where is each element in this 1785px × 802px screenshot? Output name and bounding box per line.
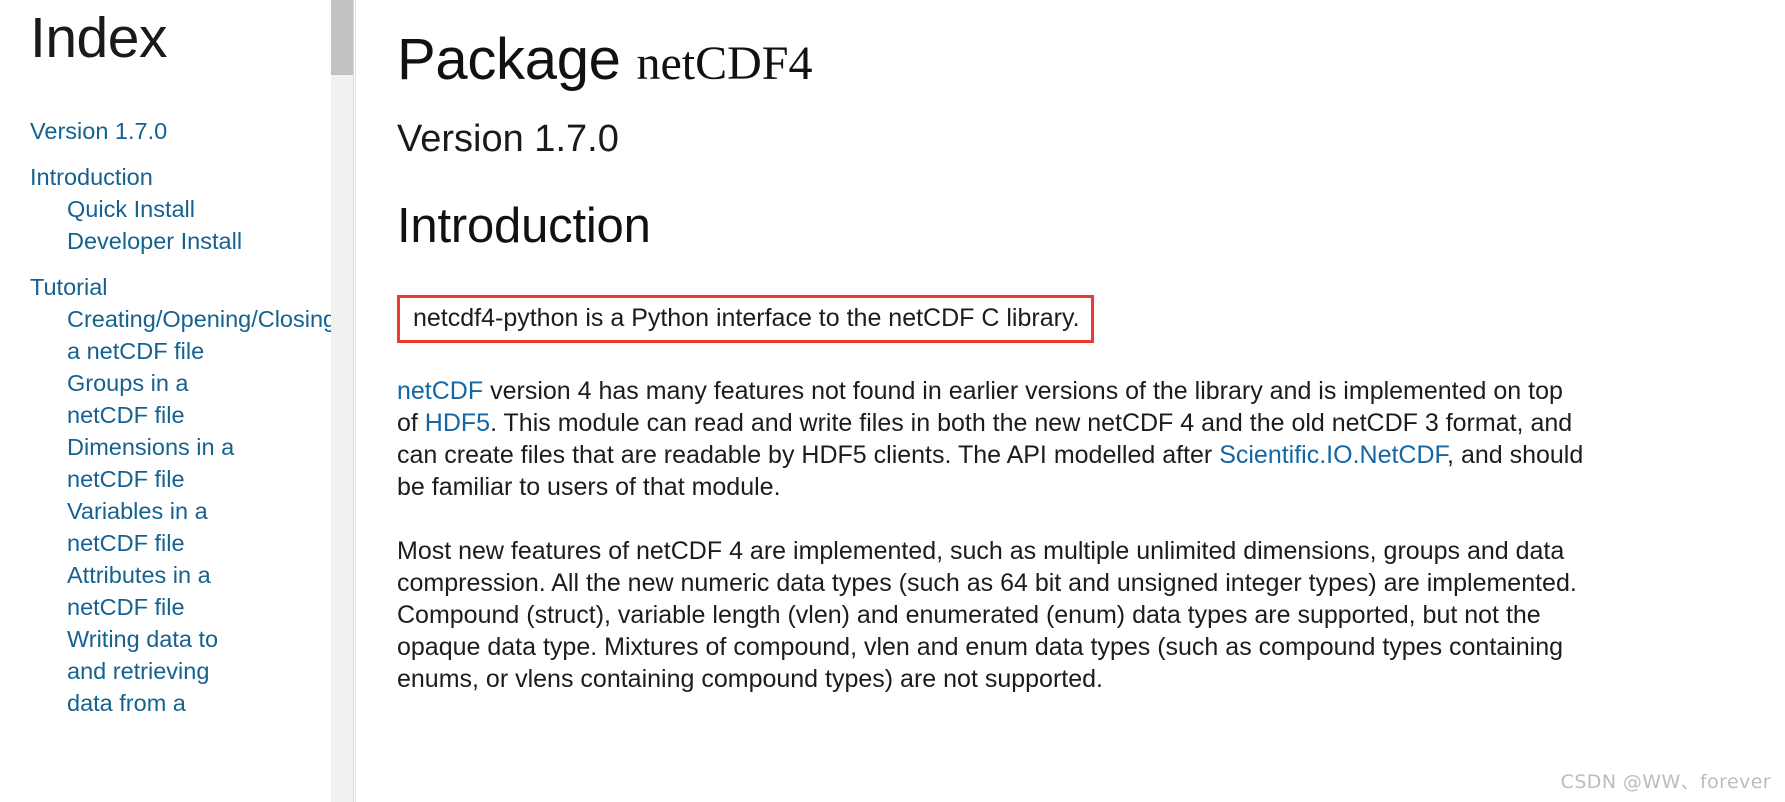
paragraph-netcdf4-features: Most new features of netCDF 4 are implem… (397, 536, 1577, 693)
sidebar-item[interactable]: Version 1.7.0 (0, 115, 331, 147)
sidebar-item[interactable]: Attributes in a (0, 559, 331, 591)
sidebar-item[interactable]: Variables in a (0, 495, 331, 527)
link-hdf5[interactable]: HDF5 (425, 409, 490, 437)
sidebar-item[interactable]: Tutorial (0, 271, 331, 303)
sidebar-item[interactable]: netCDF file (0, 527, 331, 559)
sidebar-divider (355, 0, 356, 802)
sidebar-item[interactable]: netCDF file (0, 463, 331, 495)
sidebar-content: Index Version 1.7.0 Introduction Quick Ins… (0, 0, 331, 719)
sidebar-item[interactable]: and retrieving (0, 655, 331, 687)
sidebar-item[interactable]: data from a (0, 687, 331, 719)
sidebar-item[interactable]: Groups in a (0, 367, 331, 399)
paragraph-netcdf4-overview: netCDF version 4 has many features not f… (397, 375, 1587, 503)
sidebar-item[interactable]: Writing data to (0, 623, 331, 655)
sidebar-item[interactable]: Introduction (0, 161, 331, 193)
sidebar-scrollbar[interactable] (331, 0, 354, 802)
sidebar-item[interactable]: netCDF file (0, 399, 331, 431)
link-netcdf[interactable]: netCDF (397, 377, 483, 405)
link-scientific-io-netcdf[interactable]: Scientific.IO.NetCDF (1219, 441, 1447, 469)
index-sidebar: Index Version 1.7.0 Introduction Quick Ins… (0, 0, 331, 802)
sidebar-item[interactable]: netCDF file (0, 591, 331, 623)
highlighted-sentence-text: netcdf4-python is a Python interface to … (413, 303, 1080, 332)
page-title-package-name: netCDF4 (636, 37, 813, 90)
section-heading-introduction: Introduction (397, 198, 651, 253)
highlighted-sentence: netcdf4-python is a Python interface to … (397, 294, 1094, 343)
sidebar-item[interactable]: Creating/Opening/Closing (0, 303, 331, 335)
sidebar-item[interactable]: Developer Install (0, 225, 331, 257)
sidebar-title: Index (30, 6, 167, 70)
page-title: Package netCDF4 (397, 27, 1745, 92)
sidebar-item[interactable]: a netCDF file (0, 335, 331, 367)
version-subtitle: Version 1.7.0 (397, 117, 619, 160)
sidebar-nav-list: Version 1.7.0 Introduction Quick Install De… (0, 115, 331, 719)
page-title-prefix: Package (397, 27, 637, 92)
watermark-text: CSDN @WW、forever (1560, 771, 1771, 793)
sidebar-item[interactable]: Quick Install (0, 193, 331, 225)
documentation-page: Index Version 1.7.0 Introduction Quick Ins… (0, 0, 1785, 802)
main-content: Package netCDF4 Version 1.7.0 Introducti… (331, 0, 1785, 802)
main-content-inner: Package netCDF4 Version 1.7.0 Introducti… (331, 0, 1785, 695)
sidebar-scrollbar-thumb[interactable] (331, 0, 353, 75)
sidebar-item[interactable]: Dimensions in a (0, 431, 331, 463)
